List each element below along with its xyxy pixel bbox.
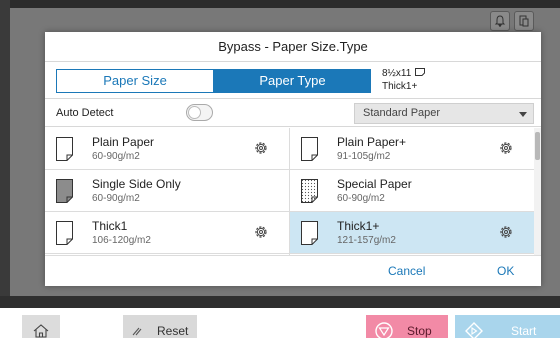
dropdown-value: Standard Paper <box>363 107 441 119</box>
paper-type-thick1-plus[interactable]: Thick1+ 121-157g/m2 <box>290 212 534 254</box>
paper-weight: 106-120g/m2 <box>92 235 151 246</box>
scrollbar[interactable] <box>534 128 541 255</box>
job-status-icon[interactable] <box>514 11 534 31</box>
status-icons <box>490 11 534 31</box>
cancel-button[interactable]: Cancel <box>388 264 425 278</box>
stop-label: Stop <box>407 323 432 338</box>
plain-paper-icon <box>301 137 318 161</box>
current-size: 8½x11 <box>382 68 412 79</box>
reset-icon <box>132 327 142 335</box>
paper-type-list: Plain Paper 60-90g/m2 Plain Paper+ 91-10… <box>45 128 541 255</box>
paper-type-single-side-only[interactable]: Single Side Only 60-90g/m2 <box>45 170 289 212</box>
paper-weight: 60-90g/m2 <box>337 193 385 204</box>
reset-button[interactable]: Reset <box>123 315 197 338</box>
paper-name: Plain Paper+ <box>337 135 407 149</box>
single-side-paper-icon <box>56 179 73 203</box>
top-frame <box>0 0 560 8</box>
stop-button[interactable]: Stop <box>366 315 448 338</box>
paper-type-plain-paper-plus[interactable]: Plain Paper+ 91-105g/m2 <box>290 128 534 170</box>
current-paper-info: 8½x11 Thick1+ <box>382 67 426 93</box>
paper-type-special-paper[interactable]: Special Paper 60-90g/m2 <box>290 170 534 212</box>
home-icon <box>33 323 49 338</box>
auto-detect-toggle[interactable] <box>186 104 213 121</box>
auto-detect-row: Auto Detect Standard Paper <box>45 100 541 127</box>
bottom-bar: Reset Stop Start <box>0 308 560 338</box>
reset-label: Reset <box>157 323 189 338</box>
gear-icon[interactable] <box>498 224 514 240</box>
paper-name: Thick1 <box>92 219 128 233</box>
paper-weight: 60-90g/m2 <box>92 193 140 204</box>
gear-icon[interactable] <box>498 140 514 156</box>
special-paper-icon <box>301 179 318 203</box>
tab-paper-type[interactable]: Paper Type <box>214 69 371 93</box>
toggle-knob <box>188 106 201 119</box>
stop-icon <box>375 321 393 338</box>
paper-type-dialog: Bypass - Paper Size.Type Paper Size Pape… <box>45 32 541 286</box>
paper-weight: 60-90g/m2 <box>92 151 140 162</box>
home-button[interactable] <box>22 315 60 338</box>
paper-weight: 121-157g/m2 <box>337 235 396 246</box>
paper-type-thick1[interactable]: Thick1 106-120g/m2 <box>45 212 289 254</box>
plain-paper-icon <box>56 221 73 245</box>
paper-name: Plain Paper <box>92 135 155 149</box>
start-icon <box>465 321 483 338</box>
paper-name: Thick1+ <box>337 219 380 233</box>
landscape-paper-icon <box>415 67 426 80</box>
column-divider <box>289 128 290 255</box>
paper-weight: 91-105g/m2 <box>337 151 391 162</box>
dialog-footer: Cancel OK <box>45 255 541 286</box>
auto-detect-label: Auto Detect <box>56 107 114 119</box>
current-type: Thick1+ <box>382 81 418 92</box>
bottom-frame <box>0 296 560 308</box>
dialog-title: Bypass - Paper Size.Type <box>45 32 541 62</box>
start-button[interactable]: Start <box>455 315 560 338</box>
paper-category-dropdown[interactable]: Standard Paper <box>354 103 534 124</box>
tab-paper-size[interactable]: Paper Size <box>56 69 214 93</box>
ok-button[interactable]: OK <box>497 264 514 278</box>
paper-name: Single Side Only <box>92 177 181 191</box>
plain-paper-icon <box>301 221 318 245</box>
chevron-down-icon <box>519 112 527 117</box>
scrollbar-thumb[interactable] <box>535 132 540 160</box>
gear-icon[interactable] <box>253 140 269 156</box>
left-frame <box>0 0 10 308</box>
start-label: Start <box>511 323 537 338</box>
bell-icon[interactable] <box>490 11 510 31</box>
tabs-row: Paper Size Paper Type 8½x11 Thick1+ <box>45 63 541 99</box>
paper-type-plain-paper[interactable]: Plain Paper 60-90g/m2 <box>45 128 289 170</box>
paper-name: Special Paper <box>337 177 412 191</box>
plain-paper-icon <box>56 137 73 161</box>
gear-icon[interactable] <box>253 224 269 240</box>
